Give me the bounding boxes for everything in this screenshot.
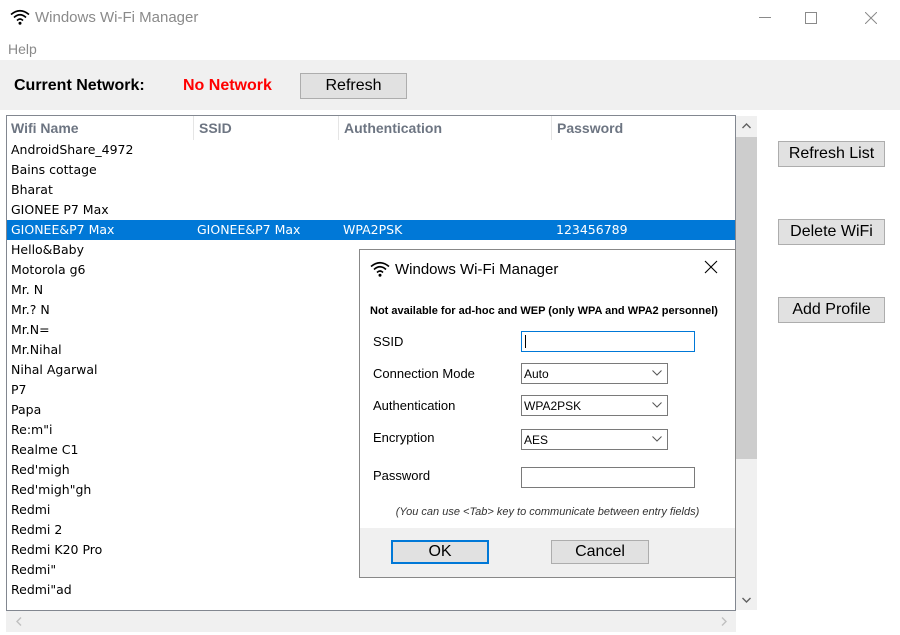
dialog-close-button[interactable] [704,260,718,279]
wifi-name-cell: Bharat [11,182,53,197]
chevron-down-icon [652,436,662,442]
encryption-value: AES [524,433,549,447]
dialog-title: Windows Wi-Fi Manager [395,261,559,278]
minimize-icon [759,17,771,18]
authentication-select[interactable]: WPA2PSK [521,395,668,416]
wifi-name-cell: P7 [11,382,27,397]
column-divider[interactable] [193,116,194,140]
chevron-up-icon [742,123,751,129]
wifi-name-cell: GIONEE&P7 Max [11,222,115,237]
list-header: Wifi Name SSID Authentication Password [7,116,735,140]
main-window: Windows Wi-Fi Manager Help Current Netwo… [0,0,900,635]
text-caret [525,335,526,348]
wifi-name-cell: Papa [11,402,42,417]
horizontal-scrollbar[interactable] [6,611,736,632]
close-button[interactable] [848,0,894,36]
wifi-name-cell: Red'migh"gh [11,482,92,497]
encryption-select[interactable]: AES [521,429,668,450]
wifi-name-cell: Redmi K20 Pro [11,542,103,557]
encryption-label: Encryption [373,430,435,445]
password-label: Password [373,468,431,483]
password-input[interactable] [521,467,695,488]
column-header-ssid[interactable]: SSID [199,120,232,136]
column-header-wifi-name[interactable]: Wifi Name [11,120,79,136]
connection-mode-label: Connection Mode [373,366,475,381]
column-header-password[interactable]: Password [557,120,623,136]
table-row[interactable]: GIONEE P7 Max [7,200,735,220]
scroll-up-button[interactable] [736,116,757,136]
wifi-name-cell: Redmi"ad [11,582,72,597]
authentication-value: WPA2PSK [524,399,582,413]
current-network-label: Current Network: [14,77,145,94]
table-row[interactable]: Bharat [7,180,735,200]
chevron-down-icon [742,597,751,603]
connection-mode-value: Auto [524,367,549,381]
chevron-left-icon [15,616,21,626]
column-divider[interactable] [338,116,339,140]
wifi-name-cell: GIONEE P7 Max [11,202,109,217]
wifi-name-cell: Nihal Agarwal [11,362,98,377]
refresh-button[interactable]: Refresh [300,73,407,99]
wifi-name-cell: Mr.Nihal [11,342,62,357]
dialog-footer: OK Cancel [360,528,735,577]
minimize-button[interactable] [742,0,788,36]
ssid-label: SSID [373,334,404,349]
window-title: Windows Wi-Fi Manager [35,9,199,26]
wifi-name-cell: Bains cottage [11,162,97,177]
wifi-name-cell: Motorola g6 [11,262,86,277]
column-divider[interactable] [551,116,552,140]
scroll-left-button[interactable] [8,611,29,631]
wifi-name-cell: Re:m"i [11,422,53,437]
wifi-icon [370,261,390,277]
chevron-down-icon [652,402,662,408]
scroll-down-button[interactable] [736,590,757,610]
current-network-value: No Network [183,77,272,94]
refresh-list-button[interactable]: Refresh List [778,141,885,167]
column-header-authentication[interactable]: Authentication [344,120,442,136]
menu-help[interactable]: Help [8,41,37,57]
cancel-button[interactable]: Cancel [551,540,649,564]
ssid-cell: GIONEE&P7 Max [197,222,301,237]
maximize-icon [805,12,817,24]
wifi-name-cell: Redmi [11,502,51,517]
authentication-label: Authentication [373,398,456,413]
chevron-down-icon [652,370,662,376]
wifi-name-cell: Hello&Baby [11,242,84,257]
wifi-name-cell: Mr.N= [11,322,50,337]
table-row-selected[interactable]: GIONEE&P7 Max GIONEE&P7 Max WPA2PSK 1234567… [7,220,735,240]
add-profile-button[interactable]: Add Profile [778,297,885,323]
authentication-cell: WPA2PSK [343,222,403,237]
wifi-name-cell: Mr.? N [11,302,50,317]
table-row[interactable]: Bains cottage [7,160,735,180]
delete-wifi-button[interactable]: Delete WiFi [778,219,885,245]
menu-bar: Help [0,38,900,60]
status-strip: Current Network: No Network Refresh [0,60,900,110]
close-icon [704,260,718,274]
dialog-note: Not available for ad-hoc and WEP (only W… [370,305,718,317]
maximize-button[interactable] [788,0,834,36]
chevron-right-icon [721,616,727,626]
title-bar: Windows Wi-Fi Manager [0,0,900,36]
wifi-name-cell: Redmi" [11,562,57,577]
wifi-name-cell: Red'migh [11,462,70,477]
table-row[interactable]: Redmi"ad [7,580,735,600]
password-cell: 123456789 [556,222,628,237]
vertical-scroll-thumb[interactable] [736,137,757,459]
close-icon [865,12,877,24]
table-row[interactable]: AndroidShare_4972 [7,140,735,160]
ssid-input[interactable] [521,331,695,352]
dialog-hint: (You can use <Tab> key to communicate be… [395,506,700,518]
wifi-name-cell: AndroidShare_4972 [11,142,134,157]
add-profile-dialog: Windows Wi-Fi Manager Not available for … [359,249,736,578]
wifi-icon [10,9,30,25]
wifi-name-cell: Redmi 2 [11,522,63,537]
ok-button[interactable]: OK [391,540,489,564]
scroll-right-button[interactable] [713,611,734,631]
connection-mode-select[interactable]: Auto [521,363,668,384]
wifi-name-cell: Realme C1 [11,442,79,457]
wifi-name-cell: Mr. N [11,282,44,297]
